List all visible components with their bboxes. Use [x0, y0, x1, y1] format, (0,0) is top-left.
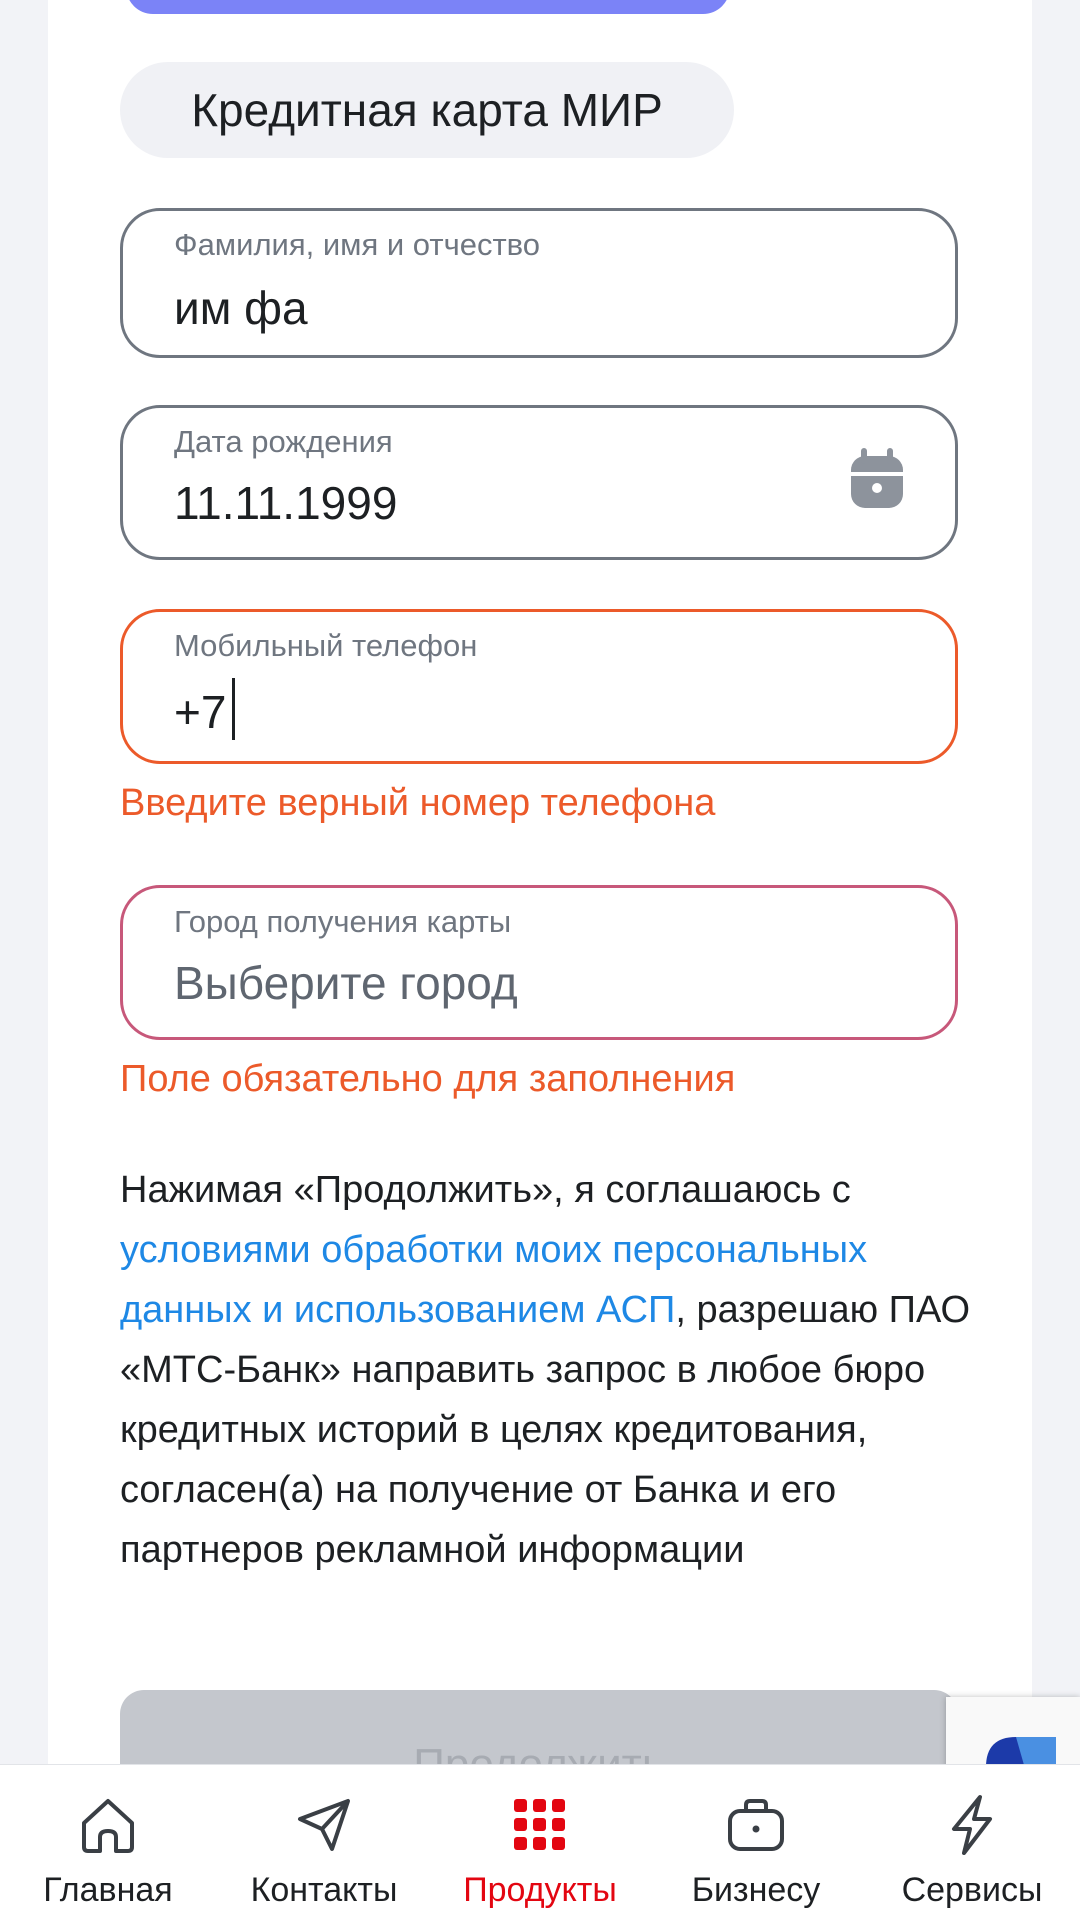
- phone-error: Введите верный номер телефона: [120, 782, 716, 824]
- top-purple-button[interactable]: [126, 0, 730, 14]
- city-placeholder: Выберите город: [174, 957, 518, 1009]
- nav-item-home[interactable]: Главная: [0, 1765, 216, 1920]
- phone-label: Мобильный телефон: [174, 628, 478, 663]
- send-icon: [298, 1799, 350, 1851]
- nav-label-services: Сервисы: [901, 1871, 1043, 1909]
- home-icon: [82, 1799, 134, 1853]
- birthdate-label: Дата рождения: [174, 424, 393, 459]
- bottom-nav: Главная Контакты Продукты Бизнесу Сервис…: [0, 1764, 1080, 1920]
- nav-item-products[interactable]: Продукты: [432, 1765, 648, 1920]
- birthdate-field[interactable]: Дата рождения 11.11.1999: [120, 405, 958, 560]
- lightning-icon: [952, 1795, 992, 1855]
- fio-label: Фамилия, имя и отчество: [174, 227, 541, 262]
- nav-label-home: Главная: [43, 1871, 173, 1909]
- birthdate-value: 11.11.1999: [174, 477, 398, 529]
- text-caret: [232, 678, 236, 740]
- grid-icon: [514, 1799, 565, 1850]
- city-error: Поле обязательно для заполнения: [120, 1058, 736, 1100]
- product-chip: Кредитная карта МИР: [120, 62, 734, 158]
- consent-text: Нажимая «Продолжить», я соглашаюсь с усл…: [120, 1160, 980, 1580]
- nav-label-contacts: Контакты: [250, 1871, 398, 1909]
- nav-item-business[interactable]: Бизнесу: [648, 1765, 864, 1920]
- calendar-icon[interactable]: [849, 448, 905, 510]
- consent-part2: , разрешаю ПАО «МТС-Банк» направить запр…: [120, 1289, 971, 1571]
- briefcase-icon: [728, 1799, 784, 1851]
- nav-label-business: Бизнесу: [691, 1871, 821, 1909]
- nav-item-services[interactable]: Сервисы: [864, 1765, 1080, 1920]
- phone-value: +7: [174, 686, 227, 738]
- city-field[interactable]: Город получения карты Выберите город: [120, 885, 958, 1040]
- nav-item-contacts[interactable]: Контакты: [216, 1765, 432, 1920]
- phone-field[interactable]: Мобильный телефон +7: [120, 609, 958, 764]
- nav-label-products: Продукты: [463, 1871, 617, 1909]
- fio-value: им фа: [174, 282, 308, 334]
- city-label: Город получения карты: [174, 904, 512, 939]
- fio-field[interactable]: Фамилия, имя и отчество им фа: [120, 208, 958, 358]
- consent-part1: Нажимая «Продолжить», я соглашаюсь с: [120, 1169, 851, 1211]
